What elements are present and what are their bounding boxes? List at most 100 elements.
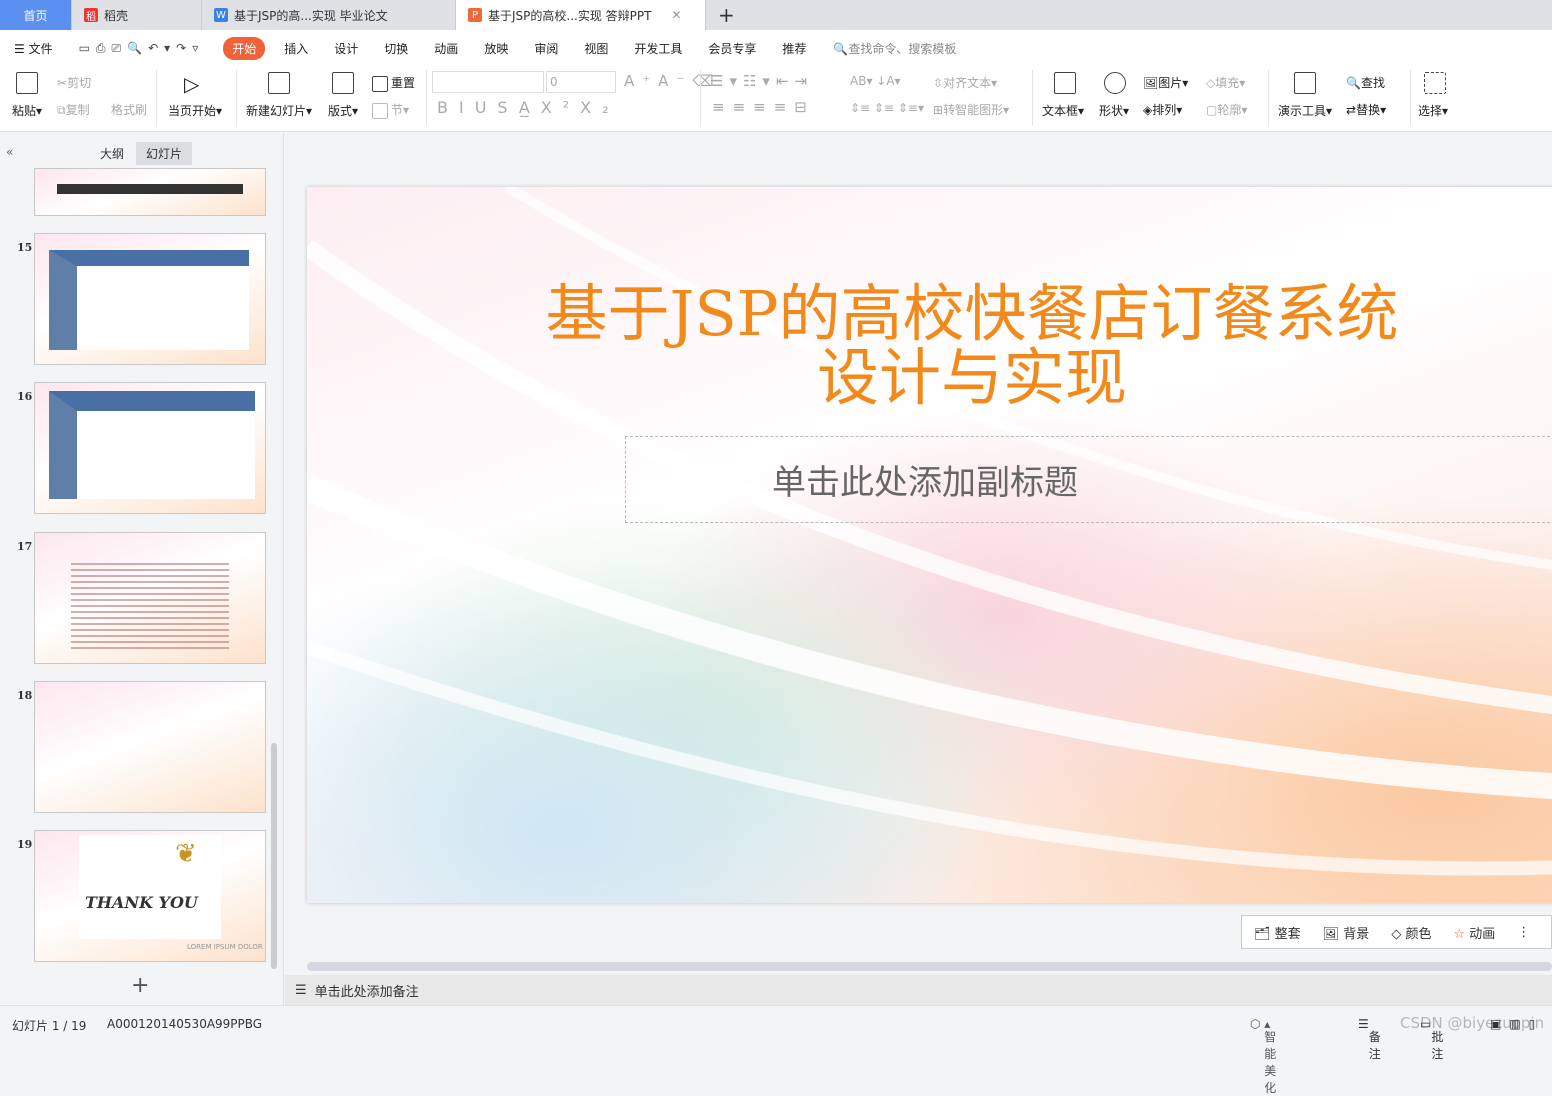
more-icon[interactable]: ⋮ <box>1517 925 1530 940</box>
paragraph-align-icons[interactable]: ≡≡≡≡⊟ <box>712 98 815 116</box>
line-spacing-icons[interactable]: ⇕≡ ⇕≡ ⇕≡▾ <box>850 101 924 115</box>
tab-home[interactable]: 首页 <box>0 0 72 30</box>
beautify-button[interactable]: ⬡ 智能美化 ▴ <box>1250 1017 1276 1095</box>
font-style-icons[interactable]: BIUSA̲X²X₂ <box>437 98 620 117</box>
thumb-footer: LOREM IPSUM DOLOR <box>187 943 263 951</box>
format-painter-button[interactable]: 格式刷 <box>111 101 147 118</box>
select-icon <box>1424 72 1449 94</box>
outline-label: 轮廓 <box>1217 103 1242 117</box>
smartart-button[interactable]: ⊞转智能图形▾ <box>933 101 1009 118</box>
star-icon: ☆ <box>1453 926 1466 942</box>
menu-member[interactable]: 会员专享 <box>695 40 769 57</box>
tab-label: 稻壳 <box>104 8 129 23</box>
menu-slideshow[interactable]: 放映 <box>471 40 521 57</box>
select-button[interactable]: 选择▾ <box>1418 102 1448 119</box>
subtitle-placeholder[interactable]: 单击此处添加副标题 <box>625 436 1552 523</box>
notes-placeholder: 单击此处添加备注 <box>314 984 419 1000</box>
play-current-button[interactable]: 当页开始▾ <box>168 102 222 119</box>
layout-label: 版式 <box>328 104 353 118</box>
collapse-panel-icon[interactable]: « <box>6 145 13 159</box>
menu-recommend[interactable]: 推荐 <box>769 40 819 57</box>
menu-start[interactable]: 开始 <box>223 36 266 60</box>
arrange-button[interactable]: ◈排列▾ <box>1143 101 1182 118</box>
background-label: 背景 <box>1343 926 1370 942</box>
notes-toggle[interactable]: ☰ 备注 <box>1358 1017 1381 1061</box>
layout-button[interactable]: 版式▾ <box>328 102 358 119</box>
find-label: 查找 <box>1360 76 1385 90</box>
menu-view[interactable]: 视图 <box>571 40 621 57</box>
command-search[interactable]: 🔍查找命令、搜索模板 <box>833 40 956 57</box>
font-size-select[interactable]: 0 <box>546 71 616 93</box>
outline-tab[interactable]: 大纲 <box>100 145 124 162</box>
play-current-label: 当页开始 <box>168 104 217 118</box>
tab-label: 基于JSP的高...实现 毕业论文 <box>234 8 388 23</box>
horizontal-scrollbar[interactable] <box>287 960 1552 974</box>
paste-label: 粘贴 <box>12 104 37 118</box>
font-name-select[interactable] <box>432 71 544 93</box>
shape-icon <box>1104 72 1129 94</box>
comment-label: 批注 <box>1431 1030 1444 1061</box>
slide-title[interactable]: 基于JSP的高校快餐店订餐系统 设计与实现 <box>307 282 1552 410</box>
notes-label: 备注 <box>1368 1030 1381 1061</box>
menu-insert[interactable]: 插入 <box>271 40 321 57</box>
menu-developer[interactable]: 开发工具 <box>621 40 695 57</box>
menu-animation[interactable]: 动画 <box>421 40 471 57</box>
cut-button[interactable]: ✂剪切 <box>57 74 91 91</box>
beautify-label: 智能美化 <box>1264 1030 1277 1095</box>
text-direction-icons[interactable]: AB▾ ↓A▾ <box>850 74 901 88</box>
menu-design[interactable]: 设计 <box>321 40 371 57</box>
docer-icon: 稻 <box>84 8 98 23</box>
slide-thumbnail-14[interactable] <box>34 168 266 216</box>
section-button[interactable]: 节▾ <box>372 101 409 119</box>
align-text-button[interactable]: ⇳对齐文本▾ <box>933 74 997 91</box>
search-icon: 🔍 <box>1346 76 1361 90</box>
menu-review[interactable]: 审阅 <box>521 40 571 57</box>
view-mode-icons[interactable]: ▣▥▯ <box>1490 1017 1543 1031</box>
tab-label: 基于JSP的高校...实现 答辩PPT <box>488 8 652 23</box>
outline-button[interactable]: ▢轮廓▾ <box>1206 101 1247 118</box>
list-indent-icons[interactable]: ☰▾☷▾⇤⇥ <box>710 72 813 90</box>
fill-button[interactable]: ◇填充▾ <box>1206 74 1245 91</box>
animation-button[interactable]: ☆ 动画 <box>1453 923 1495 942</box>
slide-thumbnail-19[interactable]: ❦ THANK YOU LOREM IPSUM DOLOR <box>34 830 266 962</box>
background-button[interactable]: 🖼 背景 <box>1323 923 1370 942</box>
new-tab-button[interactable]: + <box>706 0 747 30</box>
slide-thumbnail-18[interactable] <box>34 681 266 813</box>
slide-thumbnail-17[interactable] <box>34 532 266 664</box>
search-icon: 🔍 <box>833 41 849 56</box>
copy-button[interactable]: ⧉复制 <box>57 101 90 118</box>
slides-tab[interactable]: 幻灯片 <box>136 142 193 165</box>
replace-button[interactable]: ⇄替换▾ <box>1346 101 1386 118</box>
title-line-2: 设计与实现 <box>816 341 1127 414</box>
panel-scrollbar[interactable] <box>271 743 277 969</box>
set-button[interactable]: 🗂 整套 <box>1254 923 1301 942</box>
close-icon[interactable]: ✕ <box>671 8 681 22</box>
menu-transition[interactable]: 切换 <box>371 40 421 57</box>
reset-label: 重置 <box>391 76 416 90</box>
tab-docer[interactable]: 稻稻壳 <box>72 0 202 30</box>
find-button[interactable]: 🔍查找 <box>1346 74 1385 91</box>
tab-word-doc[interactable]: W 基于JSP的高...实现 毕业论文 <box>202 0 456 30</box>
present-tools-icon <box>1294 72 1319 94</box>
new-slide-button[interactable]: 新建幻灯片▾ <box>246 102 312 119</box>
slide-thumbnail-15[interactable] <box>34 233 266 365</box>
font-grow-shrink-clear-icons[interactable]: A⁺A⁻⌫ <box>624 72 722 90</box>
notes-area[interactable]: ☰ 单击此处添加备注 <box>285 975 1552 1005</box>
add-slide-button[interactable]: + <box>131 973 149 998</box>
reset-button[interactable]: 重置 <box>372 74 415 92</box>
picture-icon: 🖼 <box>1143 76 1159 90</box>
layers-icon: ◈ <box>1143 103 1153 117</box>
slide-canvas[interactable]: 基于JSP的高校快餐店订餐系统 设计与实现 单击此处添加副标题 <box>307 187 1552 903</box>
file-menu[interactable]: ☰ 文件 <box>14 40 66 57</box>
tab-ppt-doc[interactable]: P 基于JSP的高校...实现 答辩PPT ✕ <box>456 0 706 30</box>
picture-button[interactable]: 🖼图片▾ <box>1143 74 1188 91</box>
color-button[interactable]: ◇ 颜色 <box>1391 923 1431 942</box>
paste-button[interactable]: 粘贴▾ <box>12 102 42 119</box>
slide-number: 18 <box>17 689 33 702</box>
present-tools-button[interactable]: 演示工具▾ <box>1278 102 1332 119</box>
textbox-button[interactable]: 文本框▾ <box>1042 102 1084 119</box>
slide-quick-toolbar: 🗂 整套 🖼 背景 ◇ 颜色 ☆ 动画 ⋮ <box>1241 915 1552 949</box>
shape-button[interactable]: 形状▾ <box>1099 102 1129 119</box>
slide-thumbnail-16[interactable] <box>34 382 266 514</box>
quick-access-icons[interactable]: ▭⎙⎚🔍↶▾↷▿ <box>66 41 218 56</box>
